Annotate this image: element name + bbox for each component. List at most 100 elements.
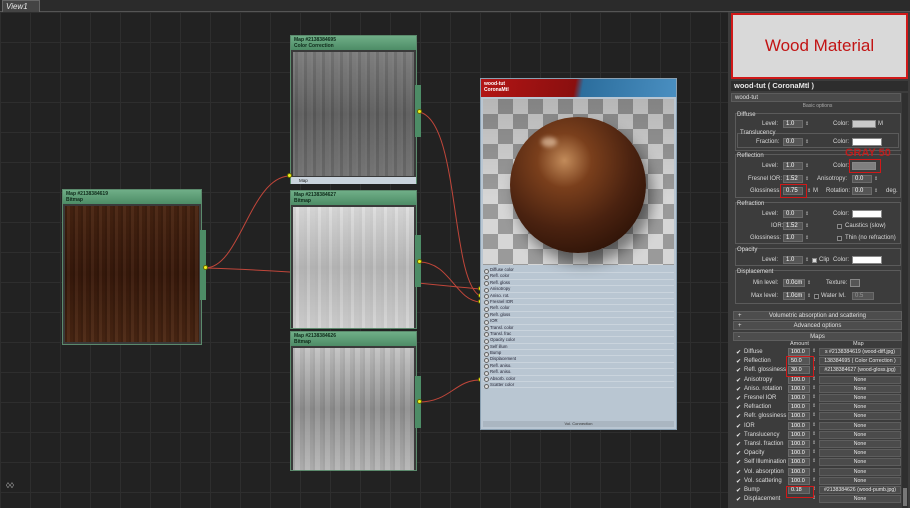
max-level-input[interactable]: 1.0cm: [783, 292, 805, 300]
spinner-icon[interactable]: ⇕: [805, 163, 809, 169]
map-slot-button[interactable]: None: [819, 495, 901, 504]
map-slot-button[interactable]: s #2138384619 (wood-diff.jpg): [819, 348, 901, 356]
spinner-icon[interactable]: ⇕: [807, 293, 811, 299]
map-amount-input[interactable]: 100.0: [788, 467, 810, 476]
water-level-input[interactable]: 0.5: [852, 292, 874, 300]
fresnel-input[interactable]: 1.52: [783, 175, 803, 183]
map-amount-input[interactable]: 100.0: [788, 458, 810, 467]
panel-scrollbar-thumb[interactable]: [903, 488, 907, 506]
opacity-level-input[interactable]: 1.0: [783, 256, 803, 264]
min-level-input[interactable]: 0.0cm: [783, 279, 805, 287]
map-enabled-checkbox[interactable]: ✔: [736, 469, 741, 476]
spinner-icon[interactable]: ⇕: [805, 235, 809, 241]
map-enabled-checkbox[interactable]: ✔: [736, 386, 741, 393]
node-material[interactable]: wood-tut CoronaMtl Diffuse color Refl. co…: [480, 78, 677, 430]
material-name-bar[interactable]: wood-tut ( CoronaMtl ): [731, 81, 908, 91]
map-enabled-checkbox[interactable]: ✔: [736, 404, 741, 411]
reflection-level-input[interactable]: 1.0: [783, 162, 803, 170]
map-enabled-checkbox[interactable]: ✔: [736, 478, 741, 485]
map-amount-input[interactable]: 100.0: [788, 403, 810, 412]
diffuse-color-swatch[interactable]: [852, 120, 876, 128]
map-slot-button[interactable]: None: [819, 421, 901, 430]
spinner-icon[interactable]: ⇕: [805, 176, 809, 182]
spinner-icon[interactable]: ⇕: [805, 257, 809, 263]
tab-view1[interactable]: View1: [2, 0, 40, 12]
map-slot-button[interactable]: None: [819, 476, 901, 485]
panel-scrollbar[interactable]: [902, 93, 908, 508]
spinner-icon[interactable]: ⇕: [805, 211, 809, 217]
output-socket[interactable]: [417, 109, 422, 114]
spinner-icon[interactable]: ⇕: [812, 449, 816, 455]
refraction-color-swatch[interactable]: [852, 210, 882, 218]
output-socket[interactable]: [417, 259, 422, 264]
map-slot-button[interactable]: None: [819, 384, 901, 393]
spinner-icon[interactable]: ⇕: [805, 223, 809, 229]
output-socket[interactable]: [417, 399, 422, 404]
clip-checkbox[interactable]: [812, 258, 817, 263]
spinner-icon[interactable]: ⇕: [812, 468, 816, 474]
map-slot-button[interactable]: None: [819, 467, 901, 476]
basic-options-rollout[interactable]: Basic options: [733, 103, 902, 109]
map-amount-input[interactable]: 100.0: [788, 449, 810, 458]
opacity-color-swatch[interactable]: [852, 256, 882, 264]
map-enabled-checkbox[interactable]: ✔: [736, 432, 741, 439]
translucency-fraction-input[interactable]: 0.0: [783, 138, 803, 146]
spinner-icon[interactable]: ⇕: [812, 394, 816, 400]
caustics-checkbox[interactable]: [837, 224, 842, 229]
rollout-volumetric[interactable]: + Volumetric absorption and scattering: [733, 311, 902, 320]
map-enabled-checkbox[interactable]: ✔: [736, 413, 741, 420]
node-bitmap-gloss[interactable]: Map #2138384627 Bitmap: [290, 190, 417, 329]
map-amount-input[interactable]: 100.0: [788, 412, 810, 421]
spinner-icon[interactable]: ⇕: [812, 458, 816, 464]
texture-button[interactable]: [850, 279, 860, 287]
spinner-icon[interactable]: ⇕: [807, 280, 811, 286]
material-input-port[interactable]: Scatter color: [483, 382, 674, 389]
diffuse-level-input[interactable]: 1.0: [783, 120, 803, 128]
node-port-map[interactable]: Map: [291, 177, 416, 184]
material-name-field[interactable]: wood-tut: [731, 93, 901, 102]
map-enabled-checkbox[interactable]: ✔: [736, 459, 741, 466]
node-bitmap-diffuse[interactable]: Map #2138384619 Bitmap: [62, 189, 202, 345]
spinner-icon[interactable]: ⇕: [874, 188, 878, 194]
map-slot-button[interactable]: None: [819, 412, 901, 421]
map-amount-input[interactable]: 100.0: [788, 421, 810, 430]
rollout-maps[interactable]: - Maps: [733, 332, 902, 341]
spinner-icon[interactable]: ⇕: [812, 477, 816, 483]
anisotropy-input[interactable]: 0.0: [852, 175, 872, 183]
diffuse-map-button[interactable]: M: [878, 121, 883, 127]
spinner-icon[interactable]: ⇕: [874, 176, 878, 182]
map-enabled-checkbox[interactable]: ✔: [736, 441, 741, 448]
material-node-footer[interactable]: Vol. Connection: [483, 421, 674, 427]
rollout-advanced[interactable]: + Advanced options: [733, 321, 902, 330]
ior-input[interactable]: 1.52: [783, 222, 803, 230]
binoculars-icon[interactable]: ◊◊: [6, 482, 18, 490]
spinner-icon[interactable]: ⇕: [805, 139, 809, 145]
map-enabled-checkbox[interactable]: ✔: [736, 367, 741, 374]
map-slot-button[interactable]: None: [819, 375, 901, 384]
spinner-icon[interactable]: ⇕: [812, 440, 816, 446]
node-bitmap-bump[interactable]: Map #2138384626 Bitmap: [290, 331, 417, 471]
map-amount-input[interactable]: 100.0: [788, 384, 810, 393]
map-enabled-checkbox[interactable]: ✔: [736, 377, 741, 384]
map-enabled-checkbox[interactable]: ✔: [736, 358, 741, 365]
map-enabled-checkbox[interactable]: ✔: [736, 423, 741, 430]
node-color-correction[interactable]: Map #2138384695 Color Correction Map: [290, 35, 417, 184]
output-socket[interactable]: [203, 265, 208, 270]
map-enabled-checkbox[interactable]: ✔: [736, 395, 741, 402]
map-slot-button[interactable]: #2138384627 (wood-gloss.jpg): [819, 366, 901, 375]
map-amount-input[interactable]: 100.0: [788, 440, 810, 448]
spinner-icon[interactable]: ⇕: [812, 422, 816, 428]
map-enabled-checkbox[interactable]: ✔: [736, 496, 741, 503]
map-slot-button[interactable]: None: [819, 440, 901, 448]
map-amount-input[interactable]: 100.0: [788, 476, 810, 485]
spinner-icon[interactable]: ⇕: [812, 403, 816, 409]
map-slot-button[interactable]: None: [819, 458, 901, 467]
map-slot-button[interactable]: None: [819, 394, 901, 402]
spinner-icon[interactable]: ⇕: [812, 348, 816, 354]
glossiness-map-button[interactable]: M: [813, 188, 818, 194]
thin-checkbox[interactable]: [837, 236, 842, 241]
map-enabled-checkbox[interactable]: ✔: [736, 450, 741, 457]
map-slot-button[interactable]: None: [819, 449, 901, 458]
spinner-icon[interactable]: ⇕: [805, 121, 809, 127]
water-level-checkbox[interactable]: [814, 294, 819, 299]
